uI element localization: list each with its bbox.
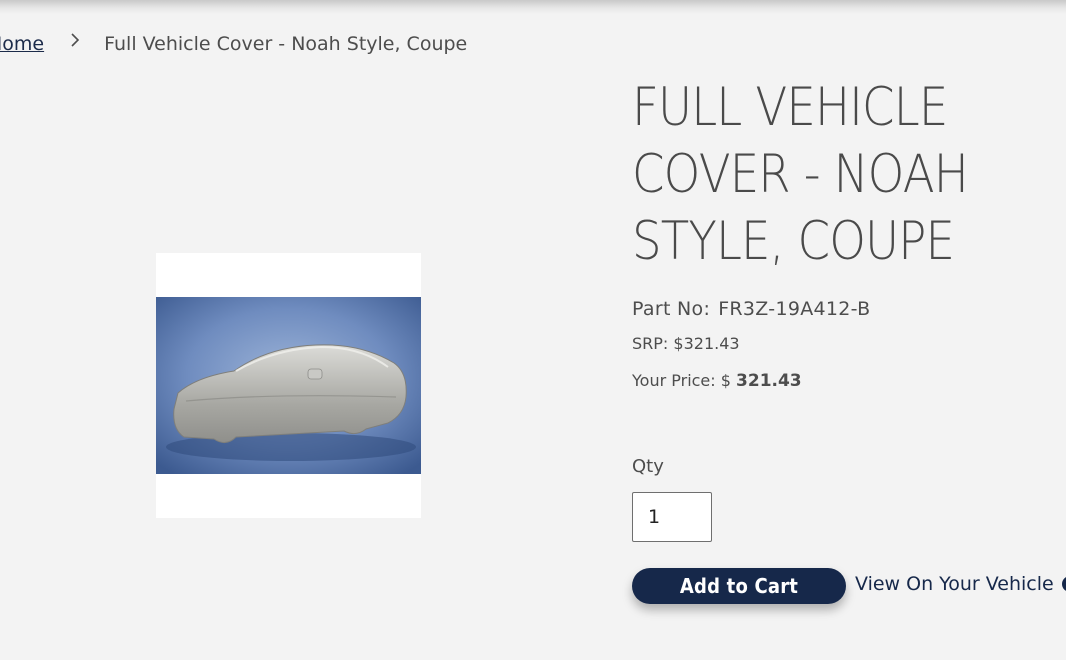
your-price: Your Price: $ 321.43 xyxy=(632,371,802,391)
breadcrumb: Home Full Vehicle Cover - Noah Style, Co… xyxy=(0,30,467,58)
view-on-your-vehicle-link[interactable]: View On Your Vehicle xyxy=(855,572,1066,596)
breadcrumb-current: Full Vehicle Cover - Noah Style, Coupe xyxy=(104,33,468,55)
header-shadow xyxy=(0,0,1066,14)
arrow-circle-right-icon xyxy=(1061,576,1066,592)
part-number-label: Part No: xyxy=(632,298,711,320)
your-price-value: 321.43 xyxy=(736,371,802,391)
your-price-label: Your Price: $ xyxy=(632,371,731,390)
qty-label: Qty xyxy=(632,456,664,477)
add-to-cart-button[interactable]: Add to Cart xyxy=(632,568,846,604)
product-image-frame[interactable] xyxy=(156,253,421,518)
product-title: Full Vehicle Cover - Noah Style, Coupe xyxy=(632,77,969,272)
part-number: Part No: FR3Z-19A412-B xyxy=(632,298,871,320)
qty-input[interactable] xyxy=(632,492,712,542)
breadcrumb-home-link[interactable]: Home xyxy=(0,33,44,55)
chevron-right-icon xyxy=(66,31,84,49)
view-on-your-vehicle-label: View On Your Vehicle xyxy=(855,573,1054,595)
srp-price: SRP: $321.43 xyxy=(632,334,740,353)
part-number-value: FR3Z-19A412-B xyxy=(718,298,871,320)
product-image xyxy=(156,297,421,474)
